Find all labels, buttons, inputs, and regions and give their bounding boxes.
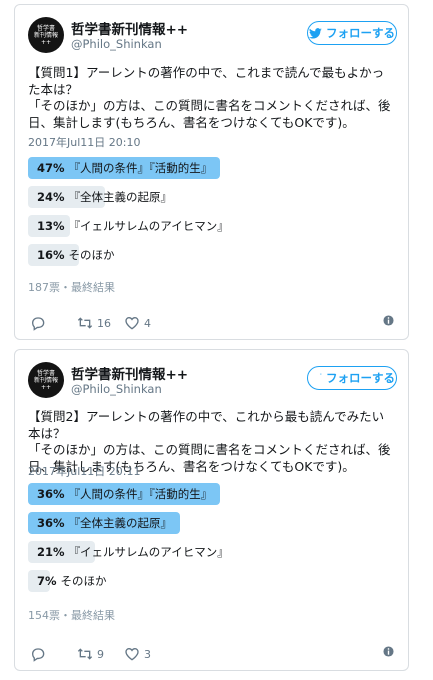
poll-label: 『全体主義の起原』 — [68, 516, 173, 530]
tweet-actions: 16 4 — [28, 315, 396, 335]
poll-percent: 21% — [37, 545, 65, 559]
poll-option: 24% 『全体主義の起原』 — [28, 186, 348, 208]
retweet-button[interactable]: 9 — [77, 646, 104, 662]
avatar-text-line1: 哲学書 — [36, 369, 55, 377]
like-count: 3 — [144, 647, 151, 661]
twitter-bird-icon — [319, 372, 322, 375]
info-button[interactable] — [383, 646, 394, 657]
info-icon — [383, 646, 394, 657]
poll: 36% 『人間の条件』『活動的生』 36% 『全体主義の起原』 21% 『イェルサレム… — [28, 483, 348, 599]
user-handle[interactable]: @Philo_Shinkan — [71, 382, 162, 396]
tweet-actions: 9 3 — [28, 646, 396, 666]
tweet-card: 哲学書 新刊情報 ++ 哲学書新刊情報++ @Philo_Shinkan フォロ… — [14, 349, 409, 671]
timestamp[interactable]: 2017年Jul11日 20:10 — [28, 134, 140, 150]
poll-percent: 16% — [37, 248, 65, 262]
avatar-text-line2: 新刊情報 — [33, 376, 58, 384]
follow-button[interactable]: フォローする — [307, 366, 397, 390]
reply-button[interactable] — [30, 646, 50, 662]
poll-label: 『全体主義の起原』 — [68, 190, 173, 204]
avatar-text-line1: 哲学書 — [36, 24, 55, 32]
heart-icon — [125, 647, 139, 661]
info-button[interactable] — [383, 315, 394, 326]
poll-label: 『人間の条件』『活動的生』 — [68, 161, 213, 175]
reply-icon — [31, 317, 45, 331]
avatar[interactable]: 哲学書 新刊情報 ++ — [28, 362, 64, 398]
timestamp[interactable]: 2017年Jul11日 20:11 — [28, 463, 140, 479]
poll-option: 36% 『人間の条件』『活動的生』 — [28, 483, 348, 505]
poll-option: 47% 『人間の条件』『活動的生』 — [28, 157, 348, 179]
poll-option: 7% そのほか — [28, 570, 348, 592]
poll-percent: 24% — [37, 190, 65, 204]
retweet-button[interactable]: 16 — [77, 315, 111, 331]
poll-percent: 13% — [37, 219, 65, 233]
avatar[interactable]: 哲学書 新刊情報 ++ — [28, 17, 64, 53]
like-button[interactable]: 3 — [124, 646, 151, 662]
like-button[interactable]: 4 — [124, 315, 151, 331]
retweet-count: 9 — [97, 647, 104, 661]
display-name[interactable]: 哲学書新刊情報++ — [71, 18, 188, 38]
poll-option: 13% 『イェルサレムのアイヒマン』 — [28, 215, 348, 237]
reply-icon — [31, 648, 45, 662]
vote-summary: 187票・最終結果 — [28, 281, 115, 294]
retweet-icon — [77, 317, 93, 329]
poll-percent: 36% — [37, 487, 65, 501]
vote-summary: 154票・最終結果 — [28, 609, 115, 622]
reply-button[interactable] — [30, 315, 50, 331]
poll-percent: 47% — [37, 161, 65, 175]
poll-label: そのほか — [68, 248, 115, 262]
poll-option: 16% そのほか — [28, 244, 348, 266]
tweet-text: 【質問1】アーレントの著作の中で、これまで読んで最もよかった本は？ 「そのほか」… — [28, 65, 391, 130]
like-count: 4 — [144, 316, 151, 330]
retweet-icon — [77, 648, 93, 660]
poll-percent: 7% — [37, 574, 57, 588]
poll-label: 『イェルサレムのアイヒマン』 — [68, 545, 229, 559]
avatar-text-line2: 新刊情報 — [33, 31, 58, 39]
poll-label: そのほか — [60, 574, 107, 588]
poll: 47% 『人間の条件』『活動的生』 24% 『全体主義の起原』 13% 『イェルサレム… — [28, 157, 348, 273]
info-icon — [383, 315, 394, 326]
follow-label: フォローする — [326, 26, 395, 40]
poll-option: 21% 『イェルサレムのアイヒマン』 — [28, 541, 348, 563]
poll-percent: 36% — [37, 516, 65, 530]
follow-button[interactable]: フォローする — [307, 21, 397, 45]
poll-option: 36% 『全体主義の起原』 — [28, 512, 348, 534]
retweet-count: 16 — [97, 316, 111, 330]
poll-label: 『イェルサレムのアイヒマン』 — [68, 219, 229, 233]
poll-label: 『人間の条件』『活動的生』 — [68, 487, 213, 501]
avatar-text-line3: ++ — [40, 38, 52, 46]
heart-icon — [125, 316, 139, 330]
user-handle[interactable]: @Philo_Shinkan — [71, 37, 162, 51]
follow-label: フォローする — [326, 371, 395, 385]
avatar-text-line3: ++ — [40, 383, 52, 391]
twitter-bird-icon — [309, 27, 322, 38]
tweet-card: 哲学書 新刊情報 ++ 哲学書新刊情報++ @Philo_Shinkan フォロ… — [14, 4, 409, 340]
display-name[interactable]: 哲学書新刊情報++ — [71, 363, 188, 383]
